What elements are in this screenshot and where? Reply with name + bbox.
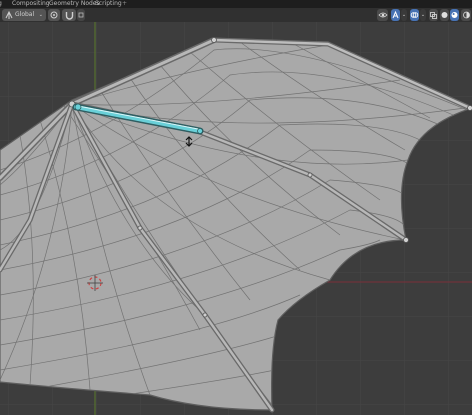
- snap-toggle-button[interactable]: [62, 9, 76, 21]
- tab-partial[interactable]: g: [0, 0, 2, 8]
- blender-window: g Compositing Geometry Nodes Scripting +…: [0, 0, 472, 415]
- overlays-dropdown[interactable]: ⌄: [420, 9, 426, 21]
- viewport-display-tools: ⌄ ⌄: [377, 9, 472, 21]
- solid-shading-button[interactable]: [440, 9, 449, 21]
- rendered-shading-button[interactable]: [461, 9, 471, 21]
- gizmo-dropdown[interactable]: ⌄: [401, 9, 407, 21]
- transform-orientation-dropdown[interactable]: Global ⌄: [2, 9, 46, 21]
- workspace-tabs: g Compositing Geometry Nodes Scripting +: [0, 0, 472, 8]
- viewport-header: Global ⌄ ⌄ ⌄: [0, 8, 472, 22]
- tab-scripting[interactable]: Scripting: [95, 0, 122, 8]
- pivot-point-button[interactable]: [48, 9, 60, 21]
- add-workspace-button[interactable]: +: [122, 0, 127, 8]
- chevron-down-icon: ⌄: [401, 12, 407, 18]
- orientation-label: Global: [15, 11, 35, 18]
- material-preview-button[interactable]: [450, 9, 459, 21]
- chevron-down-icon: ⌄: [420, 12, 426, 18]
- chevron-down-icon: ⌄: [38, 12, 43, 18]
- xray-toggle-button[interactable]: [429, 9, 438, 21]
- 3d-viewport[interactable]: [0, 22, 472, 415]
- overlays-toggle-button[interactable]: [410, 9, 419, 21]
- tab-compositing[interactable]: Compositing: [12, 0, 50, 8]
- snap-target-dropdown[interactable]: [77, 9, 85, 21]
- tab-geometry-nodes[interactable]: Geometry Nodes: [49, 0, 100, 8]
- show-gizmo-button[interactable]: [377, 9, 388, 21]
- gizmo-toggle-button[interactable]: [391, 9, 400, 21]
